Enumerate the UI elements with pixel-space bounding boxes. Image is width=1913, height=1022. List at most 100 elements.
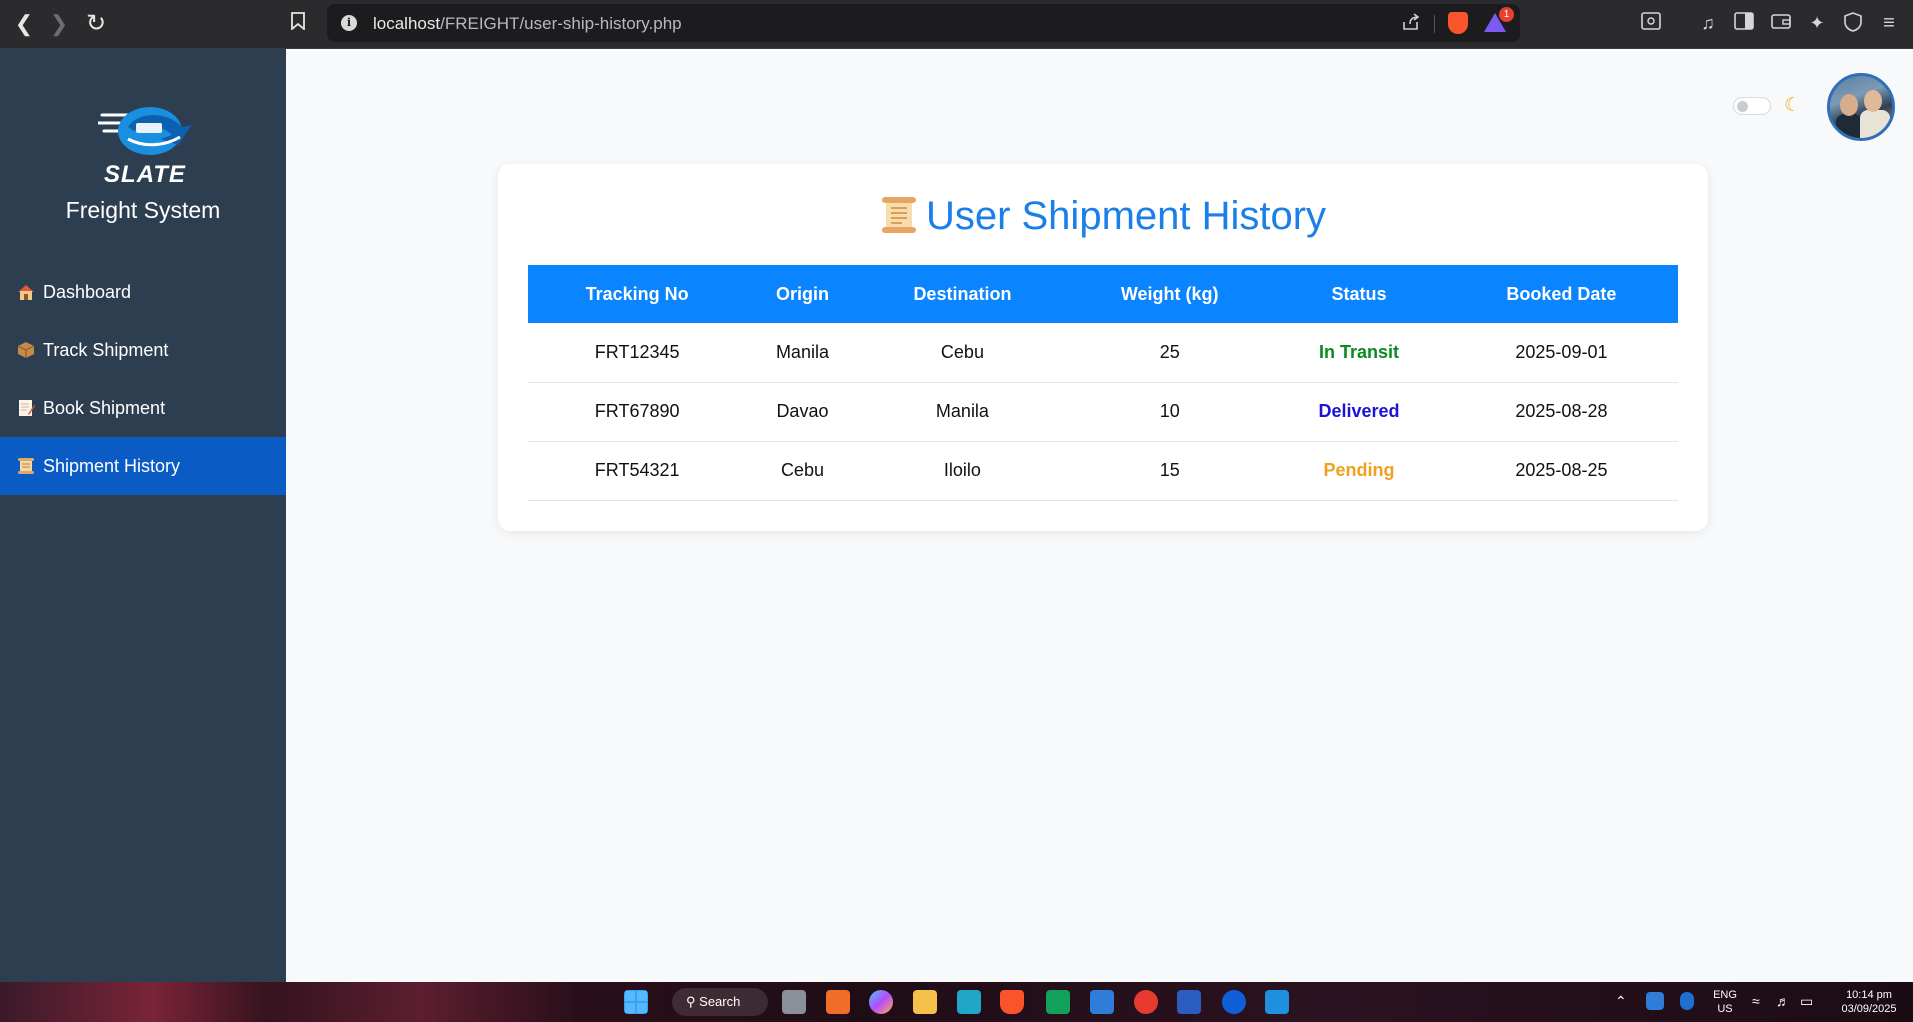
menu-icon[interactable]: ≡ (1878, 12, 1900, 34)
brave-browser-icon[interactable] (1000, 990, 1024, 1014)
column-header: Booked Date (1444, 265, 1678, 323)
avatar-face (1864, 90, 1882, 112)
chevron-up-icon[interactable]: ⌃ (1615, 994, 1627, 1008)
file-explorer-icon[interactable] (913, 990, 937, 1014)
scroll-icon (881, 197, 916, 233)
copilot-icon[interactable] (869, 990, 893, 1014)
language-indicator[interactable]: ENG US (1710, 988, 1740, 1016)
tracking-cell: FRT54321 (528, 441, 747, 501)
memo-icon (15, 398, 37, 418)
sidebar-item-label: Track Shipment (43, 339, 169, 360)
wps-office-icon[interactable] (1134, 990, 1158, 1014)
weight-cell: 10 (1066, 382, 1274, 442)
sidebar-item-dashboard[interactable]: Dashboard (0, 263, 286, 321)
brave-shields-icon[interactable] (1448, 12, 1468, 34)
shipment-table: Tracking No Origin Destination Weight (k… (528, 265, 1678, 501)
word-icon[interactable] (1177, 990, 1201, 1014)
status-cell: Pending (1273, 441, 1445, 501)
reload-icon[interactable]: ↻ (82, 10, 110, 38)
avatar[interactable] (1827, 73, 1895, 141)
system-title: Freight System (65, 197, 221, 223)
windows-start-icon[interactable] (624, 990, 648, 1014)
sidebar-item-shipment-history[interactable]: Shipment History (0, 437, 286, 495)
app-icon[interactable] (1046, 990, 1070, 1014)
windows-taskbar: ⚲ Search ⌃ ENG US ≈ ♬ ▭ 10:14 pm 03/09/202… (0, 982, 1913, 1022)
toggle-knob (1737, 101, 1748, 112)
origin-cell: Manila (746, 323, 859, 383)
visual-studio-icon[interactable] (957, 990, 981, 1014)
ship-logo-icon (98, 107, 192, 155)
tracking-cell: FRT67890 (528, 382, 747, 442)
forward-icon[interactable]: ❯ (45, 10, 73, 38)
table-row: FRT12345 Manila Cebu 25 In Transit 2025-… (528, 323, 1678, 383)
vscode-icon[interactable] (1265, 990, 1289, 1014)
table-row: FRT54321 Cebu Iloilo 15 Pending 2025-08-… (528, 441, 1678, 501)
column-header: Weight (kg) (1066, 265, 1274, 323)
microsoft-store-icon[interactable] (1090, 990, 1114, 1014)
reader-mode-icon[interactable] (1640, 12, 1662, 34)
sidebar-toggle-icon[interactable] (1733, 12, 1755, 34)
bookmark-icon[interactable] (284, 10, 312, 38)
sidebar-menu: Dashboard Track Shipment Book Shipment S… (0, 263, 286, 495)
dark-mode-toggle[interactable] (1733, 97, 1771, 115)
clock[interactable]: 10:14 pm 03/09/2025 (1834, 988, 1904, 1016)
origin-cell: Cebu (746, 441, 859, 501)
destination-cell: Iloilo (858, 441, 1067, 501)
package-icon (15, 340, 37, 360)
sidebar-item-book-shipment[interactable]: Book Shipment (0, 379, 286, 437)
scroll-icon (15, 456, 37, 476)
logo-text: SLATE (104, 161, 186, 188)
search-label: Search (699, 994, 741, 1009)
origin-cell: Davao (746, 382, 859, 442)
page-title: User Shipment History (498, 194, 1708, 239)
sidebar-item-label: Shipment History (43, 455, 181, 476)
destination-cell: Cebu (858, 323, 1067, 383)
sidebar-item-track-shipment[interactable]: Track Shipment (0, 321, 286, 379)
slate-logo: SLATE (90, 101, 200, 188)
avatar-figure (1860, 110, 1890, 138)
sidebar: SLATE Freight System Dashboard Track Shi… (0, 49, 286, 982)
site-info-icon[interactable]: i (341, 15, 357, 31)
address-bar[interactable]: i localhost/FREIGHT/user-ship-history.ph… (327, 4, 1520, 42)
teamviewer-icon[interactable] (1222, 990, 1246, 1014)
sidebar-item-label: Dashboard (43, 281, 132, 302)
browser-toolbar: ❮ ❯ ↻ i localhost/FREIGHT/user-ship-hist… (0, 0, 1913, 49)
shipment-history-card: User Shipment History Tracking No Origin… (498, 164, 1708, 531)
battery-icon[interactable]: ▭ (1800, 994, 1813, 1008)
avatar-face (1840, 94, 1858, 116)
weight-cell: 15 (1066, 441, 1274, 501)
bluetooth-icon[interactable] (1680, 992, 1694, 1010)
media-icon[interactable]: ♫ (1697, 12, 1719, 34)
tracking-cell: FRT12345 (528, 323, 747, 383)
date-cell: 2025-09-01 (1444, 323, 1678, 383)
house-icon (15, 282, 37, 302)
vpn-icon[interactable] (1842, 12, 1864, 34)
page-title-text: User Shipment History (925, 194, 1327, 238)
wifi-icon[interactable]: ≈ (1752, 994, 1760, 1008)
column-header: Tracking No (528, 265, 747, 323)
rewards-badge: 1 (1499, 7, 1514, 22)
table-row: FRT67890 Davao Manila 10 Delivered 2025-… (528, 382, 1678, 442)
column-header: Origin (746, 265, 859, 323)
status-cell: In Transit (1273, 323, 1445, 383)
moon-icon: ☾ (1784, 95, 1802, 116)
destination-cell: Manila (858, 382, 1067, 442)
defender-icon[interactable] (1646, 992, 1664, 1010)
volume-icon[interactable]: ♬ (1776, 994, 1790, 1008)
divider (1434, 15, 1435, 33)
date-cell: 2025-08-25 (1444, 441, 1678, 501)
task-view-icon[interactable] (782, 990, 806, 1014)
taskbar-search[interactable]: ⚲ Search (672, 988, 768, 1016)
xampp-icon[interactable] (826, 990, 850, 1014)
back-icon[interactable]: ❮ (10, 10, 38, 38)
table-header-row: Tracking No Origin Destination Weight (k… (528, 265, 1678, 323)
search-icon: ⚲ (686, 994, 696, 1009)
leo-ai-icon[interactable]: ✦ (1806, 12, 1828, 34)
weight-cell: 25 (1066, 323, 1274, 383)
date-cell: 2025-08-28 (1444, 382, 1678, 442)
column-header: Destination (858, 265, 1067, 323)
share-icon[interactable] (1402, 13, 1420, 36)
status-cell: Delivered (1273, 382, 1445, 442)
wallet-icon[interactable] (1770, 12, 1792, 34)
url-text[interactable]: localhost/FREIGHT/user-ship-history.php (373, 14, 682, 34)
